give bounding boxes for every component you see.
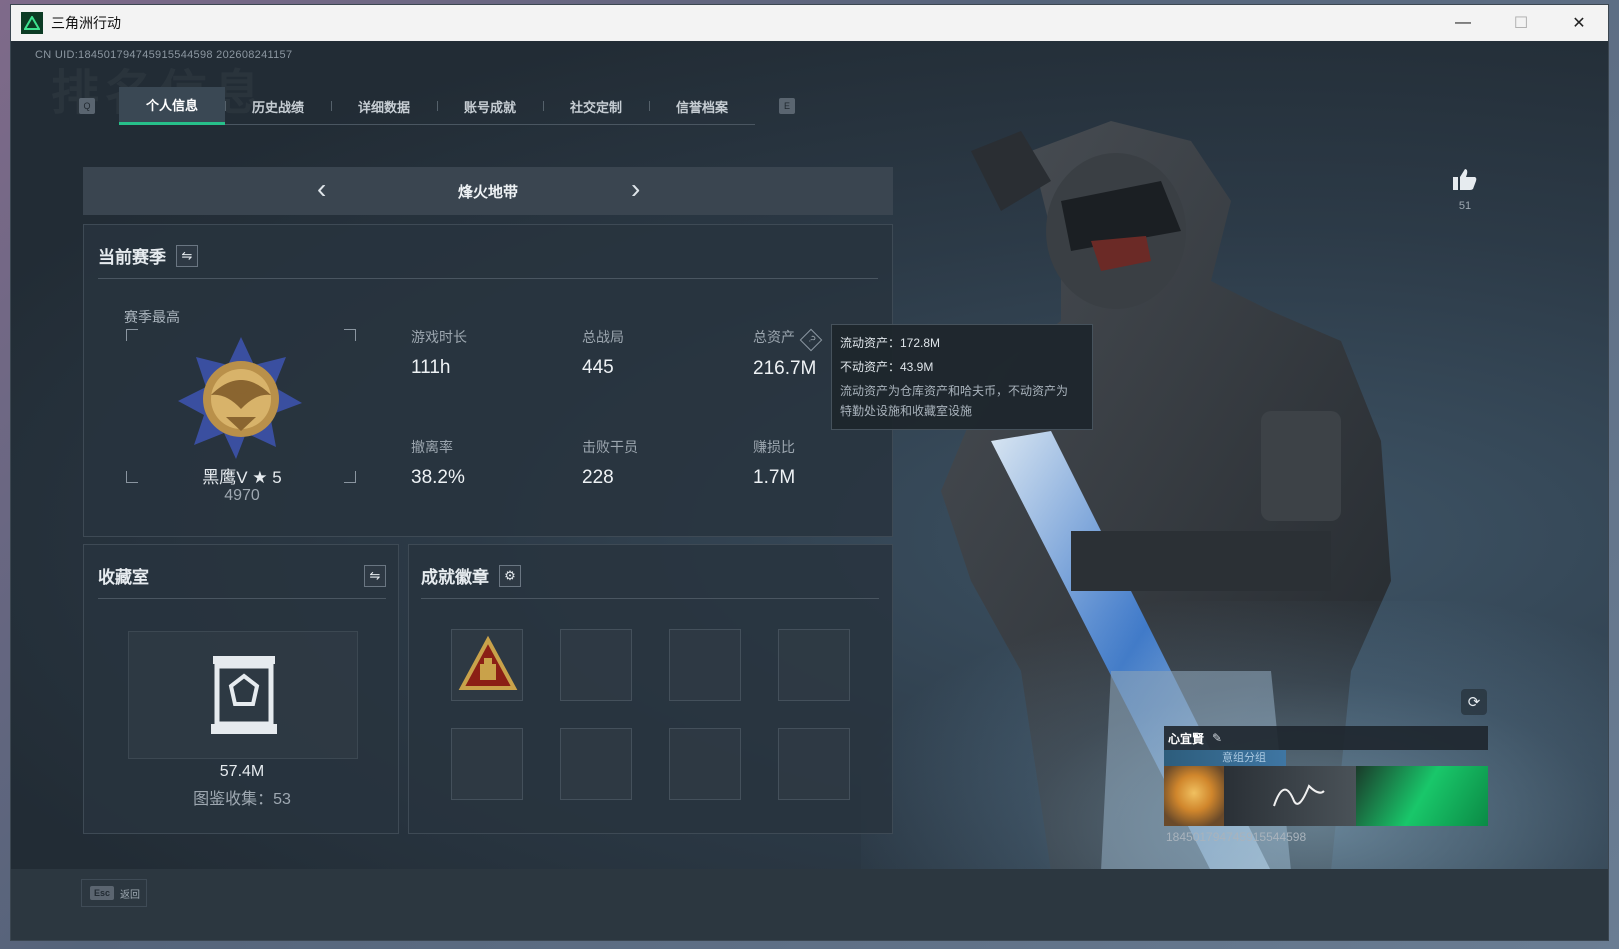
stat-label: 撤离率: [411, 439, 453, 455]
tooltip-liquid-assets: 流动资产：172.8M: [840, 336, 941, 350]
tab-strip: 个人信息 历史战绩 详细数据 账号成就 社交定制 信誉档案: [119, 87, 755, 125]
mode-next-arrow[interactable]: ›: [631, 173, 640, 205]
stat-total-matches: 总战局 445: [582, 327, 624, 379]
assets-tooltip: 流动资产：172.8M 不动资产：43.9M 流动资产为仓库资产和哈夫币，不动资…: [831, 324, 1093, 430]
card-images: [1164, 766, 1488, 826]
season-title: 当前赛季: [98, 248, 166, 267]
minimize-button[interactable]: —: [1434, 5, 1492, 41]
badge-slot[interactable]: [560, 728, 632, 800]
profile-card[interactable]: 心宜賢 ✎ 意组分组 18450179474591554459​8: [1164, 726, 1488, 844]
collection-value: 57.4M: [219, 763, 265, 780]
avatar[interactable]: [1164, 766, 1224, 826]
rank-frame: [126, 329, 356, 483]
card-uid: 18450179474591554459​8: [1166, 830, 1307, 844]
uid-text: CN UID:184501794745915544598 20260824115…: [35, 49, 293, 61]
badge-slot[interactable]: [669, 728, 741, 800]
achievement-badge-icon: [458, 635, 518, 690]
stat-label: 总战局: [582, 329, 624, 345]
tab-5[interactable]: 社交定制: [543, 87, 649, 125]
card-name-row: 心宜賢 ✎: [1164, 726, 1488, 750]
stat-label: 总资产 ?: [753, 327, 823, 352]
tab-4[interactable]: 账号成就: [437, 87, 543, 125]
footer-bar: Esc 返回: [11, 869, 1608, 940]
badge-slot[interactable]: [451, 629, 523, 701]
badge-slot[interactable]: [669, 629, 741, 701]
thumbs-up-icon[interactable]: [1452, 167, 1478, 191]
stat-label: 击败干员: [582, 439, 638, 455]
stat-label: 游戏时长: [411, 329, 467, 345]
tab-prev-key-hint[interactable]: Q: [79, 98, 95, 114]
close-button[interactable]: ✕: [1550, 5, 1608, 41]
group-tag: 意组分组: [1164, 750, 1286, 766]
season-swap-icon[interactable]: ⇋: [176, 244, 198, 267]
like-widget[interactable]: 51: [1445, 167, 1485, 212]
display-case-icon: [211, 656, 277, 734]
window-title: 三角洲行动: [51, 15, 121, 31]
tab-bar: Q 个人信息 历史战绩 详细数据 账号成就 社交定制 信誉档案 E: [79, 87, 795, 125]
badge-slot[interactable]: [778, 629, 850, 701]
stat-extraction-rate: 撤离率 38.2%: [411, 437, 465, 489]
mode-selector: ‹ 烽火地带 ›: [83, 167, 893, 215]
esc-key-hint: Esc: [90, 886, 115, 900]
maximize-button[interactable]: ☐: [1492, 5, 1550, 41]
achievement-badges-panel: 成就徽章 ⚙: [408, 544, 893, 834]
help-icon[interactable]: ?: [799, 328, 823, 352]
collection-preview: [128, 631, 358, 759]
badge-slot[interactable]: [560, 629, 632, 701]
season-best-label: 赛季最高: [124, 309, 180, 325]
player-name: 心宜賢: [1168, 731, 1205, 746]
stat-value: 228: [582, 467, 614, 488]
tab-next-key-hint[interactable]: E: [779, 98, 795, 114]
stat-value: 445: [582, 357, 614, 378]
tab-6[interactable]: 信誉档案: [649, 87, 755, 125]
title-bar[interactable]: 三角洲行动 — ☐ ✕: [11, 5, 1608, 41]
tab-1[interactable]: 个人信息: [119, 87, 225, 125]
tooltip-note-line1: 流动资产为仓库资产和哈夫币，不动资产为: [840, 384, 1069, 398]
rank-name: 黑鹰V ★ 5: [202, 468, 282, 487]
back-button[interactable]: Esc 返回: [81, 879, 147, 907]
mode-title: 烽火地带: [457, 183, 518, 201]
mode-prev-arrow[interactable]: ‹: [317, 173, 326, 205]
edit-icon[interactable]: ✎: [1212, 731, 1222, 745]
collection-count: 图鉴收集：53: [193, 791, 291, 808]
season-header: 当前赛季 ⇋: [98, 243, 878, 279]
collection-header: 收藏室 ⇋: [98, 563, 386, 599]
like-count: 51: [1458, 200, 1472, 212]
collection-swap-icon[interactable]: ⇋: [364, 564, 386, 587]
stat-play-time: 游戏时长 111h: [411, 327, 467, 379]
banner-image: [1356, 766, 1488, 826]
tab-3[interactable]: 详细数据: [331, 87, 437, 125]
game-window: 三角洲行动 — ☐ ✕ 排名信息 CN UID:1845017947459155…: [10, 4, 1609, 941]
stat-label: 赚损比: [753, 439, 795, 455]
stat-value: 38.2%: [411, 467, 465, 488]
badges-settings-icon[interactable]: ⚙: [499, 564, 521, 587]
collection-room-panel[interactable]: 收藏室 ⇋ 57.4M 图鉴收集：53: [83, 544, 399, 834]
black-hawk-rank-emblem-icon: [178, 337, 302, 459]
badge-slot[interactable]: [451, 728, 523, 800]
stat-value: 216.7M: [753, 358, 817, 379]
stat-value: 1.7M: [753, 467, 796, 488]
tab-2[interactable]: 历史战绩: [225, 87, 331, 125]
current-season-panel: 当前赛季 ⇋ 赛季最高 黑鹰V ★ 5 4970 游戏时长 111h 总战局 4…: [83, 224, 893, 537]
badges-title: 成就徽章: [421, 568, 489, 587]
stat-label-text: 总资产: [753, 329, 795, 345]
stat-profit-loss-ratio: 赚损比 1.7M: [753, 437, 795, 489]
stat-total-assets: 总资产 ? 216.7M: [753, 327, 823, 380]
tooltip-note-line2: 特勤处设施和收藏室设施: [840, 404, 973, 418]
back-label: 返回: [120, 889, 141, 901]
rank-score: 4970: [224, 487, 260, 504]
badge-slot[interactable]: [778, 728, 850, 800]
app-logo-icon: [21, 12, 43, 34]
signature-image: [1224, 766, 1356, 826]
game-viewport: 排名信息 CN UID:184501794745915544598 202608…: [11, 41, 1608, 940]
stat-operators-defeated: 击败干员 228: [582, 437, 638, 489]
collection-title: 收藏室: [98, 568, 149, 587]
refresh-button[interactable]: ⟳: [1461, 689, 1487, 715]
tooltip-fixed-assets: 不动资产：43.9M: [840, 360, 934, 374]
stat-value: 111h: [411, 357, 451, 378]
badges-header: 成就徽章 ⚙: [421, 563, 879, 599]
